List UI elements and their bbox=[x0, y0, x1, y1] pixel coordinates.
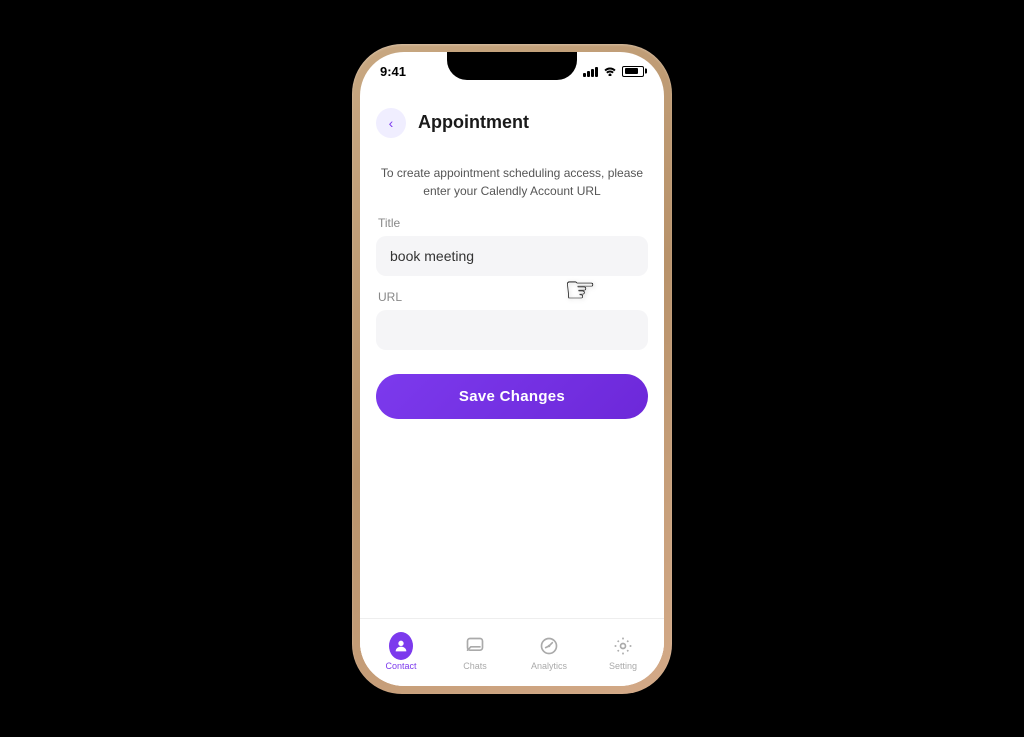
url-input[interactable] bbox=[376, 310, 648, 350]
phone-screen: 9:41 bbox=[360, 52, 664, 686]
signal-icon bbox=[583, 65, 598, 77]
setting-nav-label: Setting bbox=[609, 661, 637, 671]
back-button[interactable]: ‹ bbox=[376, 108, 406, 138]
contact-nav-label: Contact bbox=[385, 661, 416, 671]
analytics-icon bbox=[537, 634, 561, 658]
battery-icon bbox=[622, 66, 644, 77]
notch bbox=[447, 52, 577, 80]
page-header: ‹ Appointment bbox=[360, 96, 664, 148]
chats-icon bbox=[463, 634, 487, 658]
main-content: To create appointment scheduling access,… bbox=[360, 148, 664, 618]
chats-nav-label: Chats bbox=[463, 661, 487, 671]
description-text: To create appointment scheduling access,… bbox=[376, 164, 648, 200]
page-title: Appointment bbox=[418, 112, 529, 133]
nav-item-setting[interactable]: Setting bbox=[586, 634, 660, 671]
back-chevron-icon: ‹ bbox=[389, 116, 394, 130]
screen-content: ‹ Appointment To create appointment sche… bbox=[360, 96, 664, 686]
nav-item-contact[interactable]: Contact bbox=[364, 634, 438, 671]
status-icons bbox=[583, 64, 644, 79]
phone-frame: 9:41 bbox=[352, 44, 672, 694]
status-time: 9:41 bbox=[380, 64, 406, 79]
contact-icon bbox=[389, 634, 413, 658]
url-field-label: URL bbox=[378, 290, 648, 304]
nav-item-analytics[interactable]: Analytics bbox=[512, 634, 586, 671]
save-changes-button[interactable]: Save Changes bbox=[376, 374, 648, 419]
nav-item-chats[interactable]: Chats bbox=[438, 634, 512, 671]
title-input[interactable] bbox=[376, 236, 648, 276]
bottom-nav: Contact Chats bbox=[360, 618, 664, 686]
wifi-icon bbox=[603, 64, 617, 79]
title-field-label: Title bbox=[378, 216, 648, 230]
analytics-nav-label: Analytics bbox=[531, 661, 567, 671]
setting-icon bbox=[611, 634, 635, 658]
